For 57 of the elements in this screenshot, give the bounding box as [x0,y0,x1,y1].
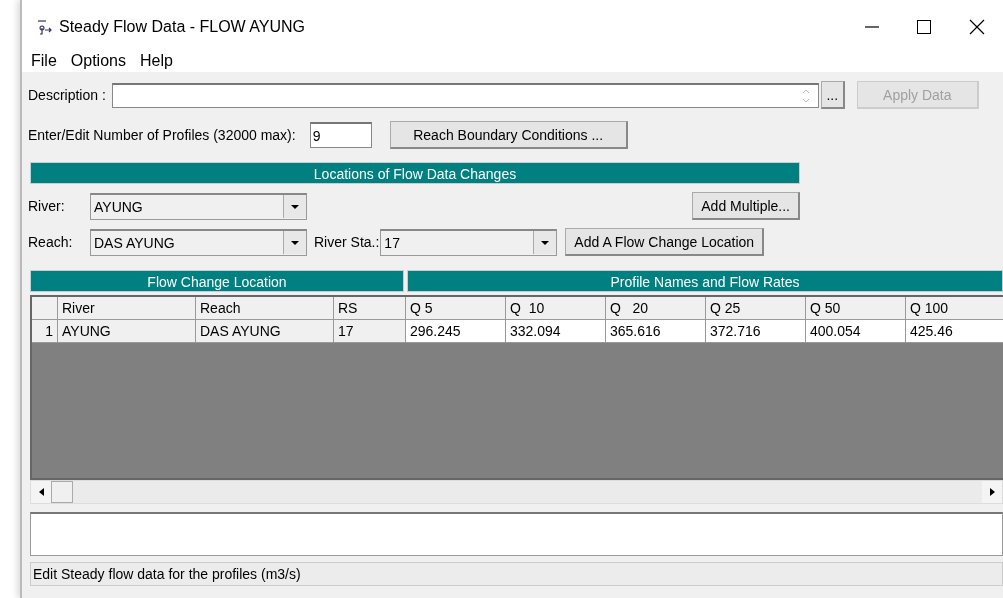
description-field[interactable] [111,82,819,108]
table-cell[interactable]: 17 [334,320,406,343]
column-header: Q 50 [806,297,906,320]
menu-item[interactable]: Help [139,52,173,72]
close-icon [969,19,985,35]
scrollbar-thumb[interactable] [51,481,73,503]
dropdown-button[interactable] [533,231,557,254]
caret-icon [290,203,300,210]
field-label: Description : [28,87,106,103]
column-header: Reach [196,297,334,320]
browse-button[interactable]: ... [820,81,845,109]
river-station-dropdown[interactable]: 17 [380,228,558,256]
boundary-button[interactable]: Reach Boundary Conditions ... [389,121,628,149]
field-label: River Sta.: [314,234,380,250]
scroll-right-button[interactable] [982,481,1002,503]
table-cell[interactable]: 296.245 [406,320,506,343]
status-bar: Edit Steady flow data for the profiles (m3/s) [30,562,1003,586]
menu-item[interactable]: File [31,52,57,72]
menu-item[interactable]: Options [70,52,126,72]
caret-icon [290,239,300,246]
column-header: Q 100 [906,297,1003,320]
table-cell[interactable]: 372.716 [706,320,806,343]
row-number: 1 [32,320,58,343]
column-header: Q 20 [606,297,706,320]
river-dropdown[interactable]: AYUNG [90,192,307,220]
column-header: RS [334,297,406,320]
row-header-corner [32,297,58,320]
section-header: Locations of Flow Data Changes [30,162,800,184]
table-cell[interactable]: 365.616 [606,320,706,343]
table-cell[interactable]: 332.094 [506,320,606,343]
column-header: River [58,297,196,320]
group-header: Profile Names and Flow Rates [407,270,1003,292]
column-header: Q 10 [506,297,606,320]
table-cell[interactable]: DAS AYUNG [196,320,334,343]
table-cell[interactable]: 425.46 [906,320,1003,343]
column-header: Q 5 [406,297,506,320]
scroll-left-button[interactable] [31,481,51,503]
table-cell[interactable]: 400.054 [806,320,906,343]
dropdown-button[interactable] [283,195,306,218]
dropdown-button[interactable] [283,231,306,254]
profiles-field[interactable]: 9 [309,122,372,148]
minimize-icon [865,26,879,28]
field-label: River: [28,198,66,214]
horizontal-scrollbar[interactable] [30,480,1003,504]
column-header: Q 25 [706,297,806,320]
group-header: Flow Change Location [30,270,404,292]
field-label: Reach: [28,234,74,250]
caret-icon [540,239,551,246]
add-multiple-button[interactable]: Add Multiple... [692,192,800,220]
table-cell[interactable]: AYUNG [58,320,196,343]
right-arrow-icon [989,488,995,496]
field-label: Enter/Edit Number of Profiles (32000 max): [28,127,296,143]
window-title: Steady Flow Data - FLOW AYUNG [59,18,305,36]
left-arrow-icon [38,488,44,496]
add-location-button[interactable]: Add A Flow Change Location [565,228,765,256]
maximize-icon [916,19,932,35]
reach-dropdown[interactable]: DAS AYUNG [90,228,307,256]
